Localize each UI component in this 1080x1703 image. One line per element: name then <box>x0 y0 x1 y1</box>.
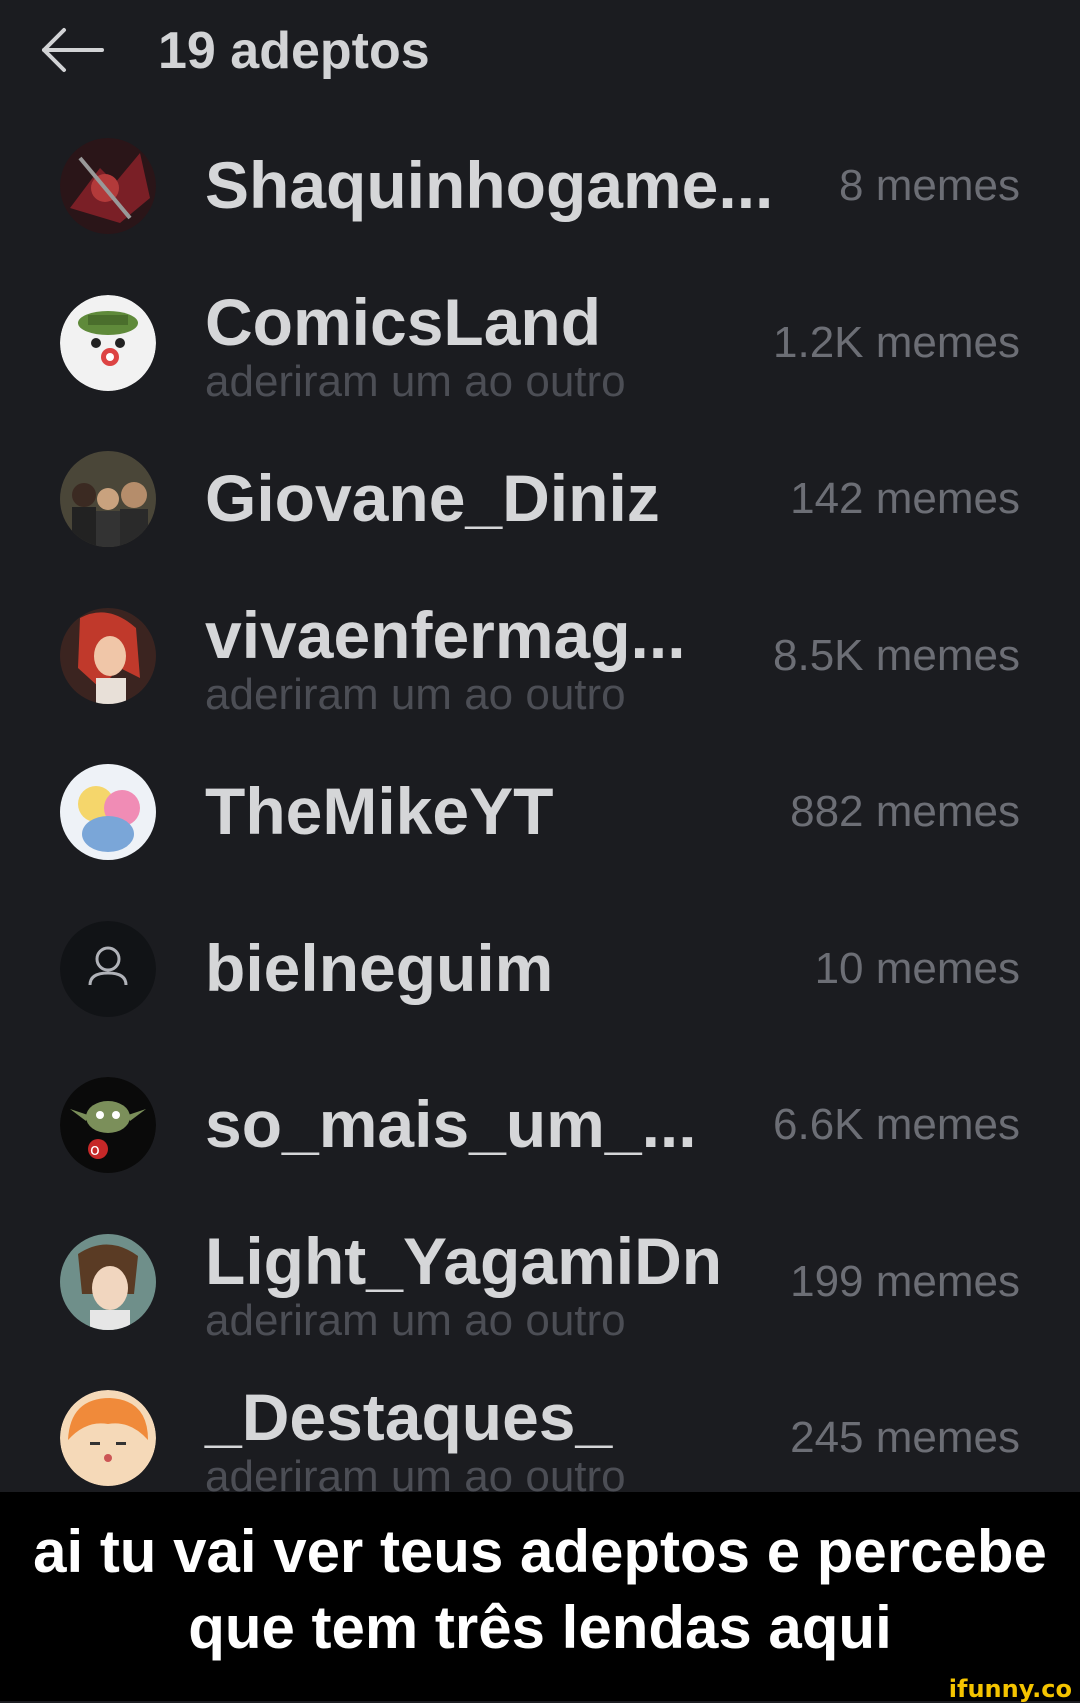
username[interactable]: Giovane_Diniz <box>205 459 660 537</box>
follower-row[interactable]: Light_YagamiDn aderiram um ao outro 199 … <box>0 1204 1080 1361</box>
mutual-follow-label: aderiram um ao outro <box>205 1295 626 1345</box>
meme-count: 8.5K memes <box>773 630 1020 680</box>
meme-count: 245 memes <box>790 1413 1020 1463</box>
meme-count: 882 memes <box>790 787 1020 837</box>
username[interactable]: bielneguim <box>205 929 553 1007</box>
follower-row[interactable]: o so_mais_um_... 6.6K memes <box>0 1047 1080 1204</box>
followers-list: Shaquinhogame... 8 memes ComicsLand ader… <box>0 108 1080 1517</box>
avatar[interactable] <box>60 1390 156 1487</box>
username[interactable]: _Destaques_ <box>205 1378 612 1456</box>
avatar[interactable] <box>60 920 156 1017</box>
footer-bar <box>0 1682 1080 1701</box>
arrow-left-icon <box>42 28 104 72</box>
follower-row[interactable]: vivaenfermag... aderiram um ao outro 8.5… <box>0 578 1080 735</box>
follower-row[interactable]: Giovane_Diniz 142 memes <box>0 421 1080 578</box>
meme-count: 199 memes <box>790 1256 1020 1306</box>
follower-row[interactable]: Shaquinhogame... 8 memes <box>0 108 1080 265</box>
username[interactable]: so_mais_um_... <box>205 1085 697 1163</box>
caption-line: ai tu vai ver teus adeptos e percebe <box>33 1518 1047 1585</box>
mutual-follow-label: aderiram um ao outro <box>205 669 626 719</box>
username[interactable]: TheMikeYT <box>205 772 553 850</box>
meme-count: 8 memes <box>839 161 1020 211</box>
follower-row[interactable]: ComicsLand aderiram um ao outro 1.2K mem… <box>0 265 1080 422</box>
avatar[interactable] <box>60 607 156 704</box>
follower-row[interactable]: TheMikeYT 882 memes <box>0 734 1080 891</box>
caption-line: que tem três lendas aqui <box>188 1594 892 1661</box>
meme-count: 6.6K memes <box>773 1100 1020 1150</box>
header-bar: 19 adeptos <box>0 0 1080 108</box>
meme-count: 1.2K memes <box>773 317 1020 367</box>
meme-count: 142 memes <box>790 474 1020 524</box>
avatar[interactable] <box>60 294 156 391</box>
watermark: ifunny.co <box>948 1675 1072 1703</box>
avatar[interactable] <box>60 138 156 235</box>
back-button[interactable] <box>38 22 108 78</box>
username[interactable]: Shaquinhogame... <box>205 146 773 224</box>
follower-row[interactable]: bielneguim 10 memes <box>0 891 1080 1048</box>
username[interactable]: ComicsLand <box>205 283 601 361</box>
default-user-icon <box>60 920 156 1017</box>
page-title: 19 adeptos <box>158 22 430 80</box>
meme-count: 10 memes <box>814 943 1020 993</box>
avatar[interactable] <box>60 451 156 548</box>
avatar[interactable]: o <box>60 1077 156 1174</box>
avatar[interactable] <box>60 764 156 861</box>
username[interactable]: Light_YagamiDn <box>205 1222 722 1300</box>
mutual-follow-label: aderiram um ao outro <box>205 356 626 406</box>
meme-caption: ai tu vai ver teus adeptos e percebe que… <box>0 1492 1080 1682</box>
svg-text:o: o <box>90 1140 100 1159</box>
avatar[interactable] <box>60 1233 156 1330</box>
username[interactable]: vivaenfermag... <box>205 596 686 674</box>
